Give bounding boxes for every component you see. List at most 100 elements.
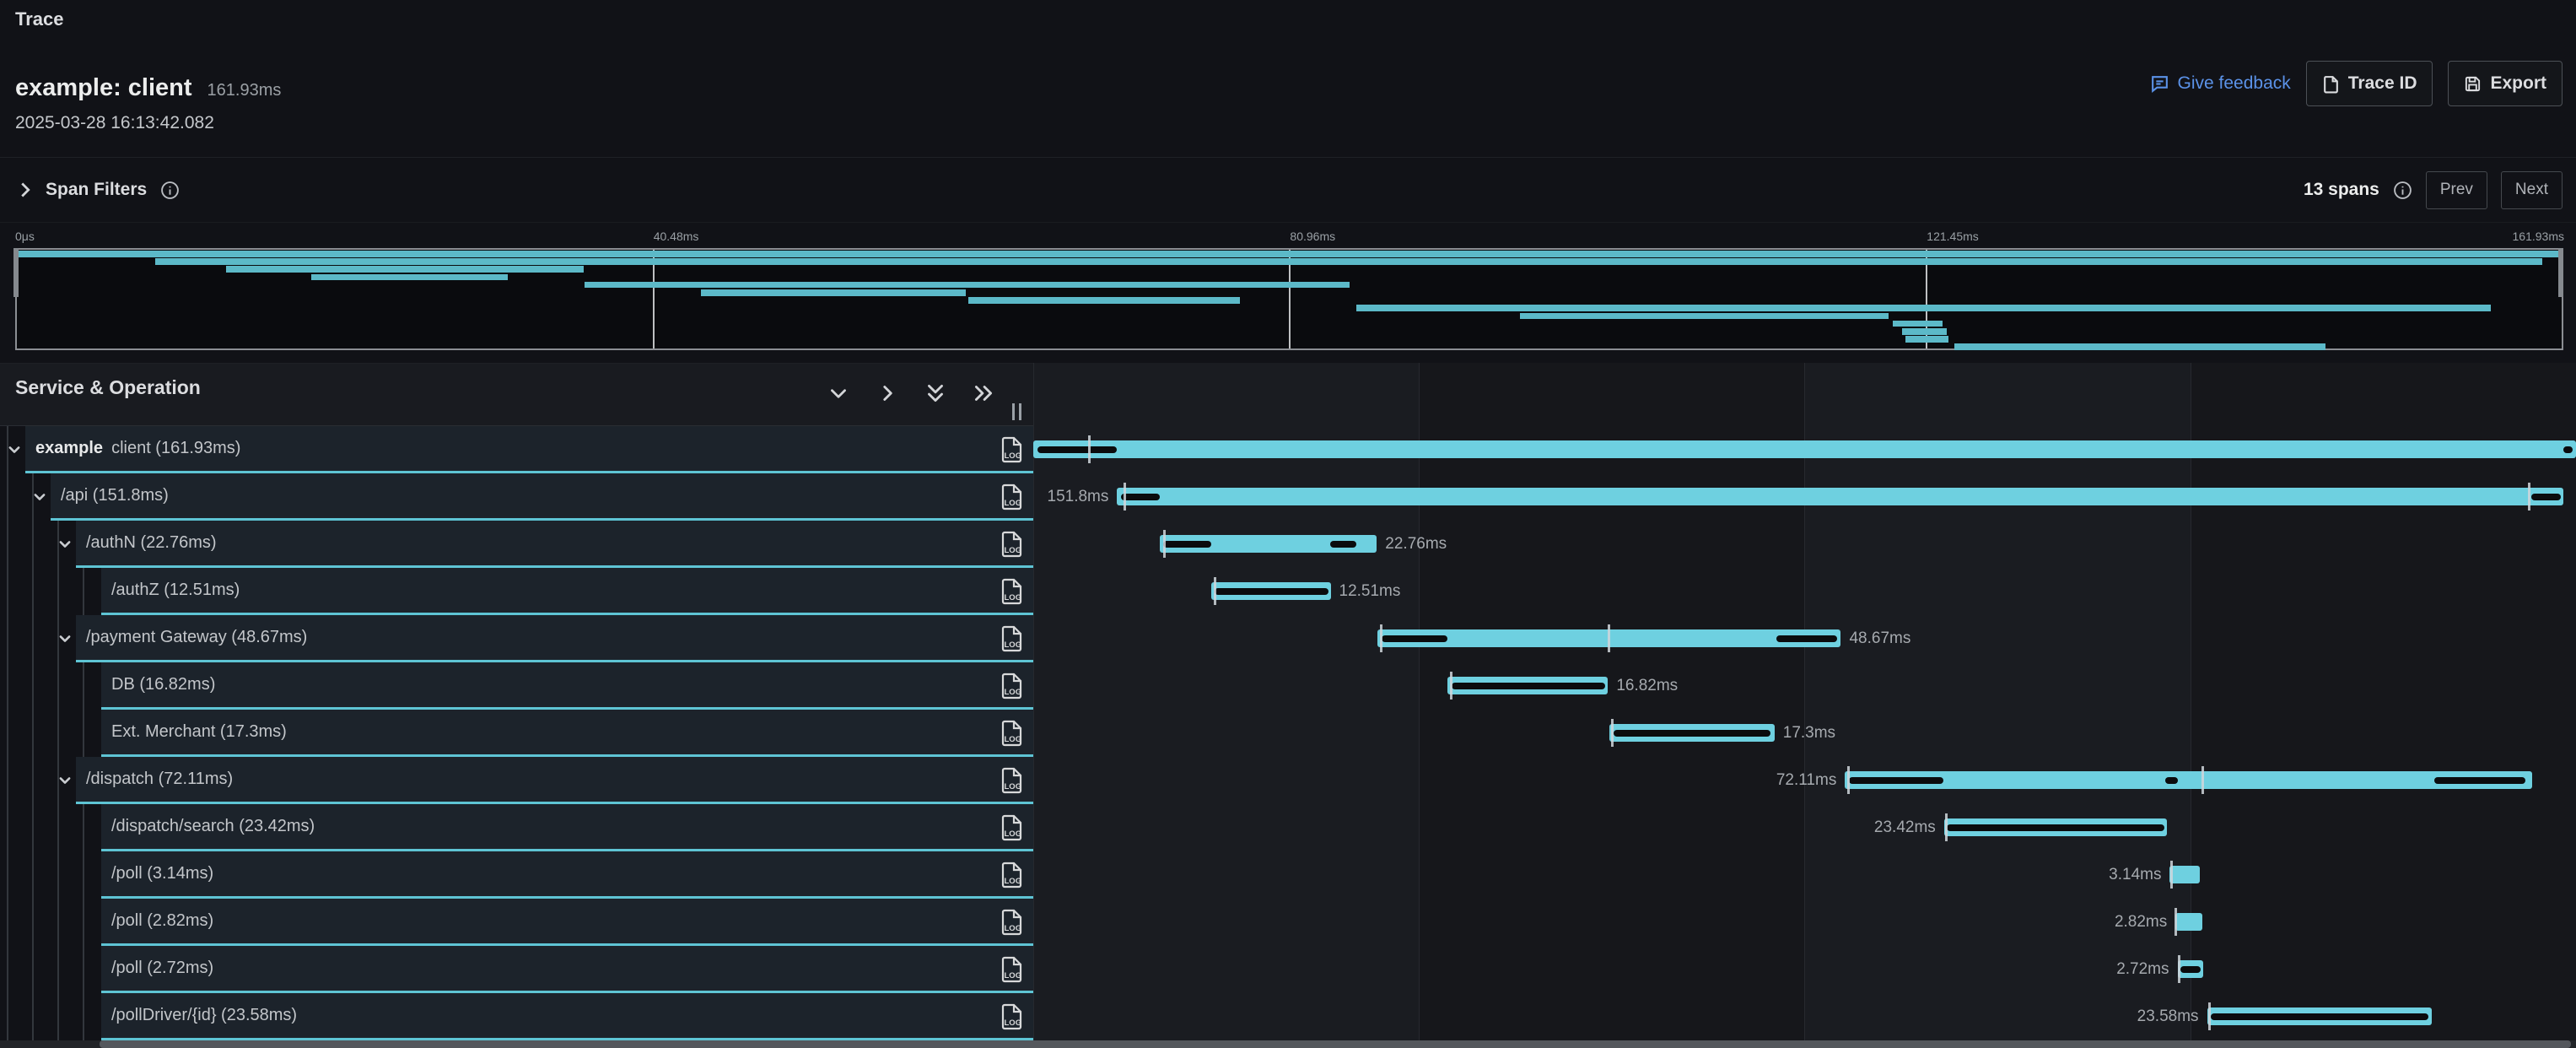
- indent-guide: [7, 804, 8, 851]
- row-expander-icon[interactable]: [57, 773, 73, 788]
- trace-timestamp: 2025-03-28 16:13:42.082: [15, 113, 214, 133]
- span-duration-label: 23.58ms: [2137, 1007, 2199, 1025]
- log-badge-icon[interactable]: LOG: [1000, 578, 1023, 605]
- trace-title-row: example: client 161.93ms: [15, 74, 281, 102]
- minimap-tick-label: 0μs: [15, 230, 35, 243]
- span-label: /pollDriver/{id} (23.58ms): [111, 993, 297, 1038]
- prev-span-button[interactable]: Prev: [2426, 171, 2487, 209]
- svg-text:LOG: LOG: [1005, 451, 1022, 461]
- expand-one-icon[interactable]: [876, 381, 899, 405]
- horizontal-scrollbar-thumb[interactable]: [100, 1040, 2571, 1048]
- span-duration-bar[interactable]: [1033, 440, 2576, 458]
- span-duration-bar[interactable]: [2169, 866, 2199, 883]
- indent-guide: [32, 615, 34, 662]
- minimap-span-bar: [155, 258, 2542, 265]
- span-duration-label: 22.76ms: [1385, 535, 1447, 553]
- span-duration-bar[interactable]: [1117, 488, 2563, 505]
- indent-guide: [32, 757, 34, 804]
- indent-guide: [32, 804, 34, 851]
- span-row[interactable]: [101, 662, 1033, 707]
- span-duration-label: 12.51ms: [1339, 582, 1401, 600]
- indent-guide: [32, 899, 34, 946]
- row-expander-icon[interactable]: [32, 489, 47, 505]
- span-label: /dispatch (72.11ms): [86, 757, 233, 802]
- log-badge-icon[interactable]: LOG: [1000, 767, 1023, 794]
- minimap-span-bar: [1902, 328, 1947, 335]
- trace-duration: 161.93ms: [207, 81, 282, 100]
- log-badge-icon[interactable]: LOG: [1000, 862, 1023, 889]
- span-filters-toggle[interactable]: Span Filters: [19, 180, 180, 200]
- log-badge-icon[interactable]: LOG: [1000, 625, 1023, 652]
- indent-guide: [57, 946, 59, 993]
- panel-resize-handle[interactable]: [1012, 403, 1021, 420]
- log-tick: [2201, 766, 2204, 794]
- log-badge-icon[interactable]: LOG: [1000, 814, 1023, 841]
- expand-all-icon[interactable]: [972, 381, 995, 405]
- span-duration-bar[interactable]: [2175, 913, 2202, 931]
- minimap-span-bar: [1954, 343, 2325, 350]
- export-button[interactable]: Export: [2448, 61, 2563, 106]
- critical-path-segment: [1215, 588, 1329, 595]
- span-duration-bar[interactable]: [1845, 771, 2531, 789]
- span-row[interactable]: [101, 568, 1033, 613]
- span-row[interactable]: [76, 521, 1033, 565]
- critical-path-segment: [2434, 777, 2525, 784]
- span-row[interactable]: [101, 899, 1033, 943]
- minimap-span-bar: [226, 266, 584, 273]
- critical-path-segment: [2563, 446, 2573, 453]
- log-badge-icon[interactable]: LOG: [1000, 483, 1023, 510]
- info-icon[interactable]: [2393, 181, 2412, 200]
- span-duration-label: 16.82ms: [1616, 677, 1678, 694]
- log-tick: [1214, 577, 1216, 605]
- minimap-span-bar: [17, 251, 2563, 257]
- collapse-all-icon[interactable]: [924, 381, 947, 405]
- span-label: /payment Gateway (48.67ms): [86, 615, 307, 660]
- minimap-right-handle[interactable]: [2558, 248, 2563, 297]
- collapse-one-icon[interactable]: [827, 381, 850, 405]
- indent-guide: [32, 946, 34, 993]
- log-tick: [1611, 719, 1614, 747]
- log-badge-icon[interactable]: LOG: [1000, 673, 1023, 700]
- span-row[interactable]: [51, 473, 1033, 518]
- log-badge-icon[interactable]: LOG: [1000, 1003, 1023, 1030]
- row-expander-icon[interactable]: [7, 442, 22, 457]
- indent-guide: [57, 662, 59, 710]
- info-icon[interactable]: [160, 181, 180, 200]
- row-expander-icon[interactable]: [57, 631, 73, 646]
- timeline-gridline: [1419, 363, 1420, 1040]
- indent-guide: [7, 521, 8, 568]
- svg-text:LOG: LOG: [1005, 1018, 1022, 1028]
- row-expander-icon[interactable]: [57, 537, 73, 552]
- log-tick: [2170, 861, 2173, 889]
- indent-guide: [32, 851, 34, 899]
- quarter-stripe: [1805, 363, 2191, 1040]
- indent-guide: [83, 851, 84, 899]
- indent-guide: [83, 568, 84, 615]
- svg-text:LOG: LOG: [1005, 735, 1022, 744]
- indent-guide: [57, 851, 59, 899]
- span-label: DB (16.82ms): [111, 662, 215, 707]
- log-badge-icon[interactable]: LOG: [1000, 436, 1023, 463]
- span-label: /api (151.8ms): [61, 473, 169, 518]
- span-row[interactable]: [101, 851, 1033, 896]
- give-feedback-link[interactable]: Give feedback: [2149, 73, 2291, 95]
- indent-guide: [7, 851, 8, 899]
- span-row[interactable]: [101, 946, 1033, 991]
- next-span-button[interactable]: Next: [2501, 171, 2563, 209]
- log-tick: [1608, 624, 1610, 652]
- indent-guide: [83, 710, 84, 757]
- minimap-left-handle[interactable]: [13, 248, 19, 297]
- span-duration-label: 2.82ms: [2115, 913, 2167, 931]
- indent-guide: [57, 568, 59, 615]
- trace-name: example: client: [15, 74, 192, 102]
- quarter-stripe: [2191, 363, 2576, 1040]
- trace-id-button[interactable]: Trace ID: [2306, 61, 2433, 106]
- log-badge-icon[interactable]: LOG: [1000, 909, 1023, 936]
- log-tick: [1380, 624, 1382, 652]
- log-badge-icon[interactable]: LOG: [1000, 720, 1023, 747]
- indent-guide: [57, 899, 59, 946]
- log-badge-icon[interactable]: LOG: [1000, 956, 1023, 983]
- span-label: /poll (3.14ms): [111, 851, 213, 896]
- critical-path-segment: [1776, 635, 1837, 642]
- log-badge-icon[interactable]: LOG: [1000, 531, 1023, 558]
